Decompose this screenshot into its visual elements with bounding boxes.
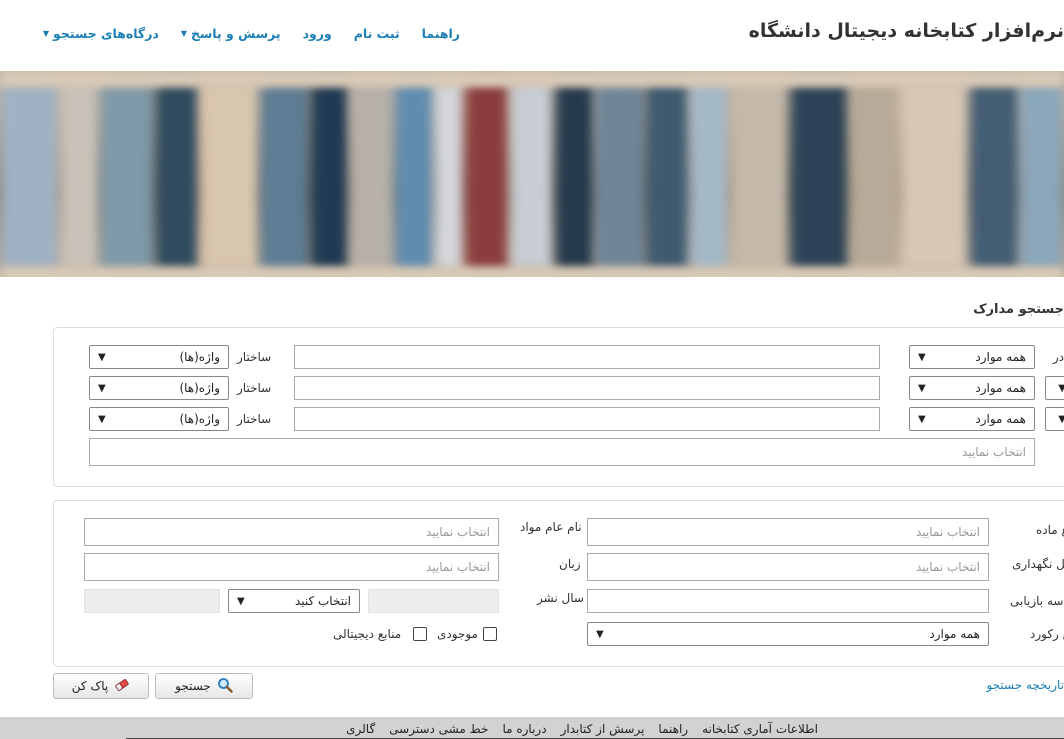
structure-select-1-value: واژه(ها) (179, 350, 220, 364)
holding-location-input[interactable]: انتخاب نمایید (587, 553, 989, 581)
field-select-3-value: همه موارد (975, 412, 1026, 426)
chevron-down-icon: ▼ (98, 382, 106, 394)
nav-search-portals[interactable]: درگاه‌های جستجو ▼ (43, 26, 159, 41)
structure-select-2-value: واژه(ها) (179, 381, 220, 395)
record-type-select[interactable]: همه موارد ▼ (587, 622, 989, 646)
search-term-input-2[interactable] (294, 376, 880, 400)
caret-down-icon: ▼ (42, 29, 50, 38)
general-material-input[interactable]: انتخاب نمایید (84, 518, 499, 546)
pub-year-label: سال نشر (537, 591, 584, 605)
holding-location-label: محل نگهداری (1012, 557, 1064, 571)
structure-select-2[interactable]: واژه(ها) ▼ (89, 376, 229, 400)
operator-select-2[interactable]: ▼ (1045, 376, 1064, 400)
footer-link-help[interactable]: راهنما (658, 722, 688, 736)
availability-label: موجودی (437, 627, 478, 641)
search-term-input-1[interactable] (294, 345, 880, 369)
nav-register[interactable]: ثبت نام (354, 26, 400, 41)
structure-select-1[interactable]: واژه(ها) ▼ (89, 345, 229, 369)
field-select-1-value: همه موارد (975, 350, 1026, 364)
structure-label-3: ساختار (237, 412, 272, 426)
chevron-down-icon: ▼ (1058, 382, 1064, 394)
record-type-label: نوع رکورد (1030, 627, 1064, 641)
footer: گالری خط مشی دسترسی درباره ما پرسش از کت… (0, 717, 1064, 739)
operator-select-3[interactable]: ▼ (1045, 407, 1064, 431)
chevron-down-icon: ▼ (918, 413, 926, 425)
footer-link-about[interactable]: درباره ما (502, 722, 546, 736)
availability-checkbox[interactable] (483, 627, 497, 641)
chevron-down-icon: ▼ (1058, 413, 1064, 425)
clear-button-label: پاک کن (71, 679, 109, 693)
record-type-value: همه موارد (929, 627, 980, 641)
magnifier-icon (217, 677, 233, 696)
field-in-label: در (1052, 350, 1064, 364)
material-type-input[interactable]: انتخاب نمایید (587, 518, 989, 546)
pub-year-from-input[interactable] (368, 589, 499, 613)
nav-qa[interactable]: پرسش و پاسخ ▼ (181, 26, 281, 41)
field-select-2-value: همه موارد (975, 381, 1026, 395)
language-input[interactable]: انتخاب نمایید (84, 553, 499, 581)
search-button[interactable]: جستجو (155, 673, 253, 699)
banner-image (0, 71, 1064, 277)
footer-link-access-policy[interactable]: خط مشی دسترسی (389, 722, 488, 736)
structure-select-3-value: واژه(ها) (179, 412, 220, 426)
chevron-down-icon: ▼ (596, 628, 604, 640)
chevron-down-icon: ▼ (98, 351, 106, 363)
general-material-label: نام عام مواد (520, 520, 582, 534)
main-nav: درگاه‌های جستجو ▼ پرسش و پاسخ ▼ ورود ثبت… (43, 26, 460, 41)
site-header: نرم‌افزار کتابخانه دیجیتال دانشگاه بیرجن… (0, 0, 1064, 71)
retrieval-id-input[interactable] (587, 589, 989, 613)
footer-link-statistics[interactable]: اطلاعات آماری کتابخانه (702, 722, 818, 736)
pub-year-operator-value: انتخاب کنید (294, 594, 351, 608)
field-select-1[interactable]: همه موارد ▼ (909, 345, 1035, 369)
structure-select-3[interactable]: واژه(ها) ▼ (89, 407, 229, 431)
nav-login[interactable]: ورود (303, 26, 332, 41)
digital-resources-checkbox[interactable] (413, 627, 427, 641)
nav-help[interactable]: راهنما (422, 26, 460, 41)
structure-label-1: ساختار (237, 350, 272, 364)
footer-link-ask-librarian[interactable]: پرسش از کتابدار (561, 722, 645, 736)
search-button-label: جستجو (175, 679, 211, 693)
material-type-label: نوع ماده (1036, 523, 1064, 537)
caret-down-icon: ▼ (180, 29, 187, 38)
digital-resources-label: منابع دیجیتالی (333, 627, 402, 641)
nav-qa-label: پرسش و پاسخ (190, 26, 281, 41)
language-label: زبان (559, 557, 581, 571)
chevron-down-icon: ▼ (98, 413, 106, 425)
search-section-title: جستجو مدارک (973, 302, 1064, 317)
chevron-down-icon: ▼ (237, 595, 245, 607)
structure-label-2: ساختار (237, 381, 272, 395)
eraser-icon (114, 678, 130, 695)
field-select-2[interactable]: همه موارد ▼ (909, 376, 1035, 400)
nav-search-portals-label: درگاه‌های جستجو (53, 26, 159, 41)
site-title: نرم‌افزار کتابخانه دیجیتال دانشگاه بیرجن… (744, 20, 1064, 42)
chevron-down-icon: ▼ (918, 351, 926, 363)
footer-link-gallery[interactable]: گالری (346, 722, 375, 736)
clear-button[interactable]: پاک کن (53, 673, 149, 699)
search-history-link[interactable]: تاریخچه جستجو (986, 678, 1064, 692)
chevron-down-icon: ▼ (918, 382, 926, 394)
search-term-input-3[interactable] (294, 407, 880, 431)
source-chooser-input[interactable]: انتخاب نمایید (89, 438, 1035, 466)
field-select-3[interactable]: همه موارد ▼ (909, 407, 1035, 431)
pub-year-to-input[interactable] (84, 589, 220, 613)
retrieval-id-label: شناسه بازیابی (1010, 594, 1064, 608)
footer-links: گالری خط مشی دسترسی درباره ما پرسش از کت… (346, 722, 818, 736)
pub-year-operator-select[interactable]: انتخاب کنید ▼ (228, 589, 360, 613)
